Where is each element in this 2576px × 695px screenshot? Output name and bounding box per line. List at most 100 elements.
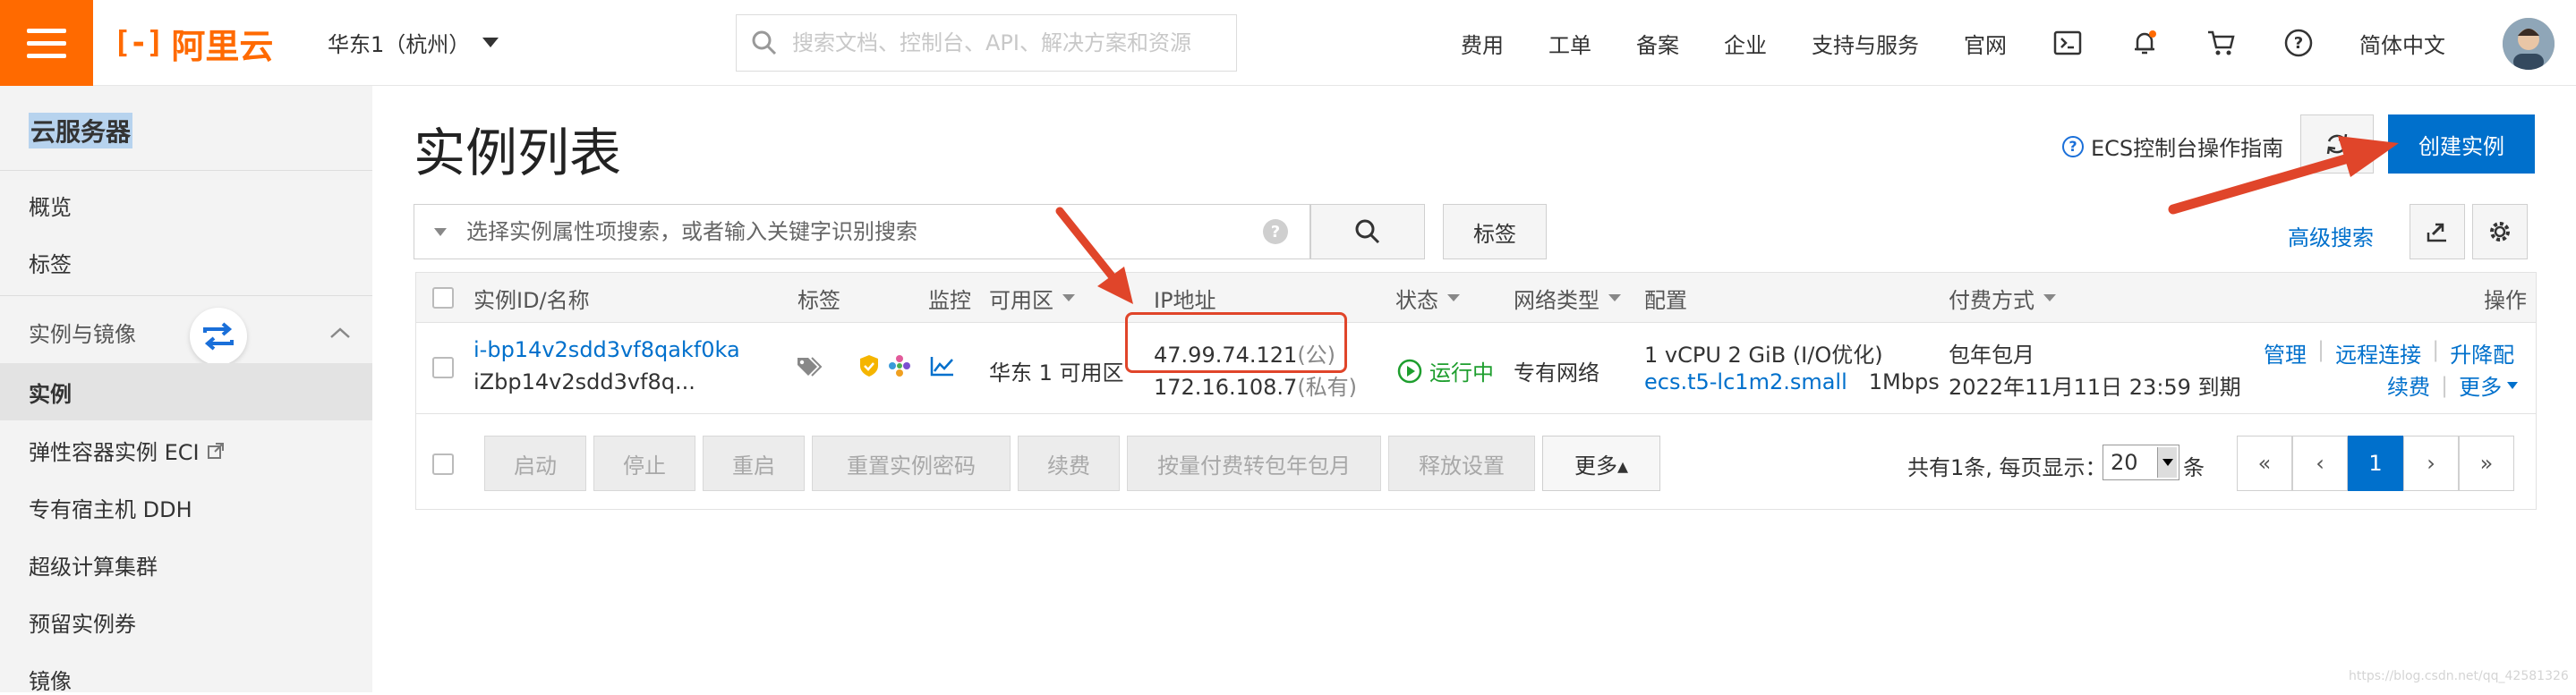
chevron-down-icon <box>1062 294 1075 301</box>
tag-filter-button[interactable]: 标签 <box>1443 204 1547 259</box>
reset-password-button[interactable]: 重置实例密码 <box>812 436 1011 491</box>
network-type: 专有网络 <box>1514 360 1599 386</box>
sidebar-item-eci[interactable]: 弹性容器实例 ECI <box>29 435 225 466</box>
divider <box>0 295 372 296</box>
chevron-up-icon <box>330 326 350 338</box>
more-actions-link[interactable]: 更多 <box>2459 369 2519 401</box>
menu-icon[interactable] <box>0 0 93 86</box>
last-page-button[interactable]: » <box>2459 436 2514 491</box>
col-billing[interactable]: 付费方式 <box>1949 273 2056 323</box>
tag-icon[interactable] <box>796 355 823 384</box>
total-count-text: 共有1条, 每页显示： <box>1907 455 2107 480</box>
advanced-search-link[interactable]: 高级搜索 <box>2288 220 2374 251</box>
help-icon[interactable]: ? <box>1263 219 1288 244</box>
export-button[interactable] <box>2410 204 2465 259</box>
manage-link[interactable]: 管理 <box>2264 337 2307 369</box>
instance-filter[interactable]: ? <box>414 204 1310 259</box>
region-selector[interactable]: 华东1（杭州） <box>328 27 499 58</box>
avatar[interactable] <box>2503 18 2555 70</box>
row-checkbox[interactable] <box>432 357 454 378</box>
start-button[interactable]: 启动 <box>484 436 586 491</box>
gear-icon <box>2490 222 2510 242</box>
page-size-unit: 条 <box>2183 455 2205 480</box>
search-icon <box>752 30 777 55</box>
search-input[interactable] <box>792 30 1204 55</box>
instance-table: 实例ID/名称 标签 监控 可用区 IP地址 状态 网络类型 配置 付费方式 操… <box>415 272 2537 510</box>
col-status[interactable]: 状态 <box>1395 273 1460 323</box>
sidebar-item-tags[interactable]: 标签 <box>29 247 72 278</box>
aliyun-logo[interactable]: [-] 阿里云 <box>113 21 273 66</box>
convert-billing-button[interactable]: 按量付费转包年包月 <box>1127 436 1381 491</box>
language-switch[interactable]: 简体中文 <box>2359 28 2445 59</box>
nav-support[interactable]: 支持与服务 <box>1812 28 1919 59</box>
footer-select-all-checkbox[interactable] <box>432 453 454 475</box>
col-zone-label: 可用区 <box>989 287 1053 313</box>
play-circle-icon <box>1397 359 1422 383</box>
separator: | <box>2432 337 2440 362</box>
sidebar-item-reserved-instances[interactable]: 预留实例券 <box>29 606 136 638</box>
col-billing-label: 付费方式 <box>1949 287 2034 313</box>
filter-input[interactable] <box>466 219 1254 244</box>
nav-tickets[interactable]: 工单 <box>1548 28 1591 59</box>
monitor-chart-icon[interactable] <box>930 355 955 382</box>
settings-button[interactable] <box>2472 204 2528 259</box>
refresh-icon <box>2326 133 2348 155</box>
zone-value: 华东 1 可用区 <box>989 360 1124 386</box>
instance-id-link[interactable]: i-bp14v2sdd3vf8qakf0ka <box>473 337 740 362</box>
row-actions-bottom: 续费 | 更多 <box>2387 369 2519 401</box>
terminal-icon[interactable] <box>2051 27 2084 59</box>
col-zone[interactable]: 可用区 <box>989 273 1075 323</box>
prev-page-button[interactable]: ‹ <box>2292 436 2348 491</box>
expiry-date: 2022年11月11日 23:59 到期 <box>1949 375 2241 400</box>
resize-link[interactable]: 升降配 <box>2450 337 2514 369</box>
restart-button[interactable]: 重启 <box>703 436 805 491</box>
svg-text:?: ? <box>2294 34 2303 53</box>
search-button[interactable] <box>1310 204 1425 259</box>
sidebar-item-ddh[interactable]: 专有宿主机 DDH <box>29 492 192 523</box>
more-button[interactable]: 更多▴ <box>1542 436 1660 491</box>
nav-icp[interactable]: 备案 <box>1636 28 1679 59</box>
chevron-down-icon <box>2157 447 2177 478</box>
help-icon[interactable]: ? <box>2282 27 2315 59</box>
billing-type: 包年包月 <box>1949 343 2034 368</box>
global-search[interactable] <box>736 14 1237 72</box>
stop-button[interactable]: 停止 <box>593 436 695 491</box>
private-ip-suffix: (私有) <box>1297 375 1358 400</box>
separator: | <box>2317 337 2325 362</box>
search-icon <box>1355 219 1380 244</box>
col-network[interactable]: 网络类型 <box>1514 273 1621 323</box>
page-1-button[interactable]: 1 <box>2348 436 2403 491</box>
ip-highlight-box <box>1125 312 1347 373</box>
create-instance-button[interactable]: 创建实例 <box>2388 114 2535 174</box>
swap-icon[interactable] <box>190 308 247 365</box>
select-all-checkbox[interactable] <box>432 273 454 323</box>
security-shield-icon[interactable] <box>858 353 880 384</box>
sidebar-item-images[interactable]: 镜像 <box>29 664 72 695</box>
sidebar-item-scc[interactable]: 超级计算集群 <box>29 549 158 581</box>
sidebar-item-overview[interactable]: 概览 <box>29 190 72 221</box>
cart-icon[interactable] <box>2205 27 2238 59</box>
col-network-label: 网络类型 <box>1514 287 1599 313</box>
nav-enterprise[interactable]: 企业 <box>1724 28 1767 59</box>
chevron-down-icon <box>1608 294 1621 301</box>
divider <box>0 170 372 171</box>
sidebar-item-instances[interactable]: 实例 <box>0 363 372 420</box>
chevron-down-icon[interactable] <box>434 227 447 236</box>
release-settings-button[interactable]: 释放设置 <box>1388 436 1535 491</box>
refresh-button[interactable] <box>2300 114 2374 174</box>
instance-type-link[interactable]: ecs.t5-lc1m2.small <box>1644 369 1847 394</box>
config-detail: ecs.t5-lc1m2.small 1Mbps <box>1644 369 1940 394</box>
remote-connect-link[interactable]: 远程连接 <box>2335 337 2421 369</box>
renew-link[interactable]: 续费 <box>2387 369 2430 401</box>
col-tag: 标签 <box>798 287 840 313</box>
nav-fees[interactable]: 费用 <box>1461 28 1504 59</box>
nav-official-site[interactable]: 官网 <box>1964 28 2007 59</box>
plugin-icon[interactable] <box>887 353 912 384</box>
sidebar-item-label: 弹性容器实例 ECI <box>29 440 200 465</box>
next-page-button[interactable]: › <box>2403 436 2459 491</box>
first-page-button[interactable]: « <box>2237 436 2292 491</box>
bell-icon[interactable] <box>2128 27 2161 59</box>
renew-button[interactable]: 续费 <box>1018 436 1120 491</box>
ecs-guide-link[interactable]: ? ECS控制台操作指南 <box>2062 131 2283 162</box>
page-size-select[interactable]: 20 <box>2103 445 2179 480</box>
